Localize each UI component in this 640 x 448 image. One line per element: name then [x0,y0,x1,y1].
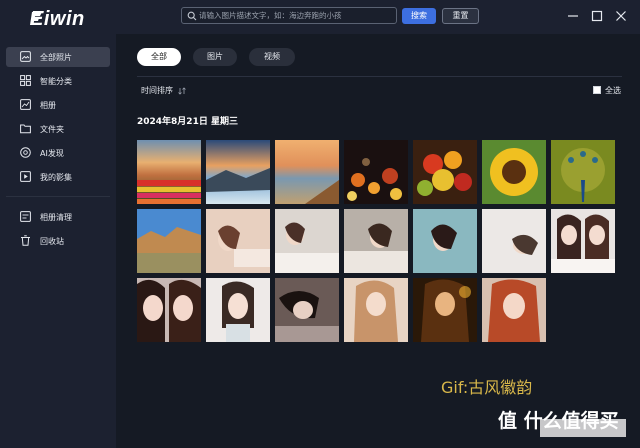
sunflower-image [482,140,546,204]
maximize-icon[interactable] [590,9,604,23]
photos-icon [20,51,31,62]
sidebar-item-my-collections[interactable]: 我的影集 [6,167,110,187]
sidebar-item-label: 文件夹 [40,125,64,134]
photo-thumbnail[interactable] [344,209,408,273]
woman-lying-white-image [275,209,339,273]
date-group-header: 2024年8月21日 星期三 [137,117,238,127]
woman-red-hair-image [482,278,546,342]
woman-reclining-image [206,209,270,273]
desert-canyon-image [137,209,201,273]
app-logo: Eiwin [30,8,85,30]
woman-white-bedding-image [344,209,408,273]
trash-icon [21,235,30,246]
coastal-rocks-image [206,140,270,204]
tab-images[interactable]: 图片 [193,48,237,66]
sidebar-item-label: 智能分类 [40,77,72,86]
photo-thumbnail[interactable] [275,140,339,204]
cleanup-icon [20,211,31,222]
sidebar-item-all-photos[interactable]: 全部照片 [6,47,110,67]
sidebar-item-albums[interactable]: 相册 [6,95,110,115]
select-all-label[interactable]: 全选 [605,85,621,96]
search-icon [187,11,197,21]
sidebar-item-recycle-bin[interactable]: 回收站 [6,231,110,251]
photo-thumbnail[interactable] [206,278,270,342]
photo-thumbnail[interactable] [206,140,270,204]
bokeh-lights-image [344,140,408,204]
sidebar-item-label: 相册 [40,101,56,110]
photo-thumbnail[interactable] [344,278,408,342]
tulip-field-image [137,140,201,204]
sidebar: 全部照片 智能分类 相册 文件夹 AI发现 我的影集 相册清理 回收站 [0,34,116,448]
photo-thumbnail[interactable] [482,209,546,273]
fruit-basket-image [413,140,477,204]
photo-thumbnail[interactable] [275,278,339,342]
sidebar-item-folders[interactable]: 文件夹 [6,119,110,139]
sidebar-item-label: 全部照片 [40,53,72,62]
photo-thumbnail[interactable] [413,140,477,204]
photo-thumbnail[interactable] [482,140,546,204]
photo-thumbnail[interactable] [137,209,201,273]
watermark-gif-credit: Gif:古风徽韵 [441,378,533,397]
photo-thumbnail[interactable] [482,278,546,342]
woman-golden-light-image [413,278,477,342]
reset-button[interactable]: 重置 [442,8,479,24]
two-women-portrait-image [551,209,615,273]
two-women-closeup-image [137,278,201,342]
select-all-checkbox[interactable] [593,86,601,94]
chart-icon [20,99,31,110]
title-bar: Eiwin 搜索 重置 [0,0,640,34]
woman-in-water-image [413,209,477,273]
toolbar-divider [137,76,622,77]
sidebar-item-label: 回收站 [40,237,64,246]
photo-thumbnail[interactable] [551,209,615,273]
play-icon [20,171,31,182]
search-button[interactable]: 搜索 [402,8,436,24]
photo-thumbnail[interactable] [413,278,477,342]
grid-icon [20,75,31,86]
woman-portrait-light-image [206,278,270,342]
peacock-image [551,140,615,204]
watermark-site: 值 什么值得买 [498,410,619,432]
sidebar-item-album-cleanup[interactable]: 相册清理 [6,207,110,227]
sort-dropdown[interactable]: 时间排序 [141,85,186,96]
search-input[interactable] [199,9,393,22]
sidebar-item-smart-category[interactable]: 智能分类 [6,71,110,91]
close-icon[interactable] [614,9,628,23]
photo-thumbnail[interactable] [413,209,477,273]
sort-icon [177,86,186,95]
tab-all[interactable]: 全部 [137,48,181,66]
photo-thumbnail[interactable] [344,140,408,204]
photo-thumbnail[interactable] [137,278,201,342]
woman-lying-white-2-image [482,209,546,273]
photo-thumbnail[interactable] [275,209,339,273]
photo-thumbnail[interactable] [137,140,201,204]
sidebar-divider [6,196,110,197]
sidebar-item-label: 相册清理 [40,213,72,222]
beach-sunset-image [275,140,339,204]
photo-thumbnail[interactable] [206,209,270,273]
folder-icon [20,124,31,134]
woman-lying-dark-image [275,278,339,342]
minimize-icon[interactable] [566,9,580,23]
sort-label: 时间排序 [141,86,173,95]
search-box[interactable] [181,7,397,24]
sidebar-item-label: AI发现 [40,149,64,158]
tab-videos[interactable]: 视频 [249,48,295,66]
sidebar-item-label: 我的影集 [40,173,72,182]
woman-long-hair-image [344,278,408,342]
photo-thumbnail[interactable] [551,140,615,204]
ai-icon [20,147,31,158]
sidebar-item-ai-discover[interactable]: AI发现 [6,143,110,163]
